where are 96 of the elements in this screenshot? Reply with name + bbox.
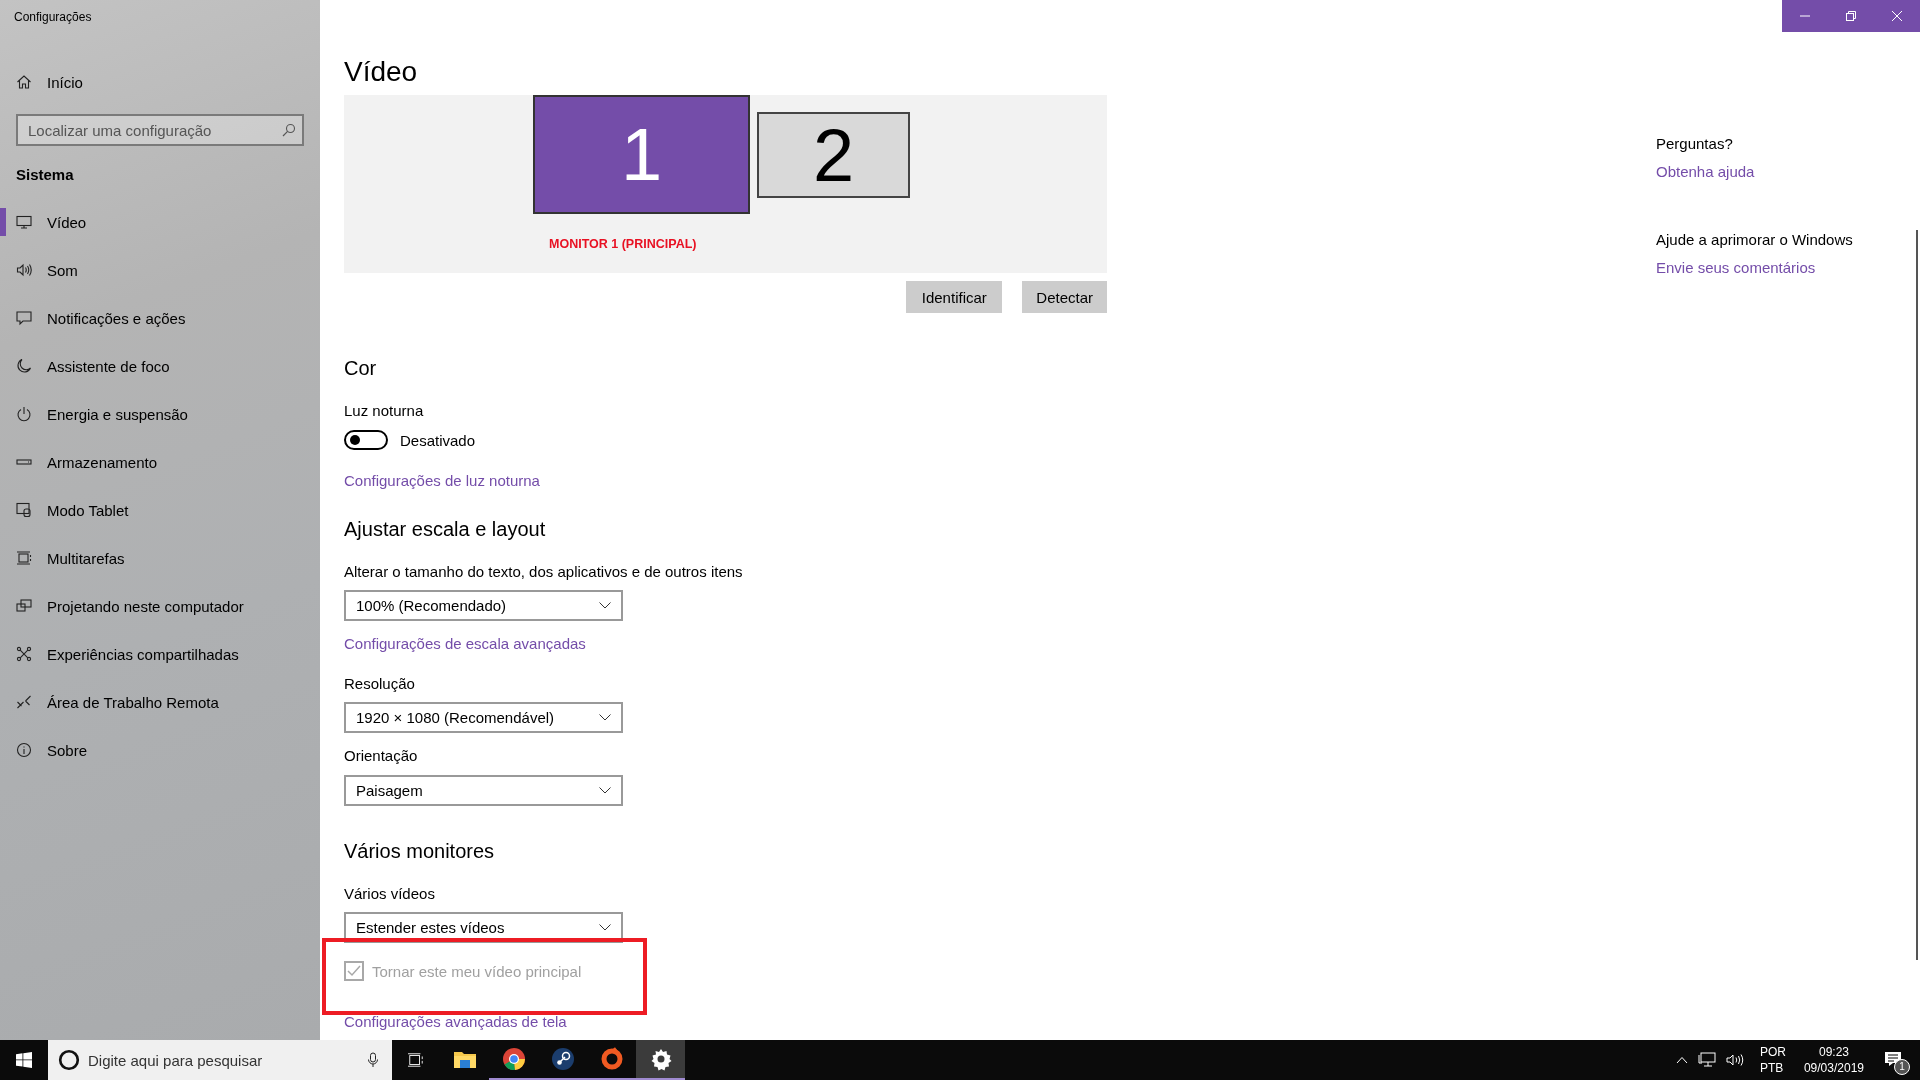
section-heading: Ajustar escala e layout <box>344 517 546 542</box>
sidebar-item-label: Projetando neste computador <box>47 597 244 615</box>
link[interactable]: Configurações de escala avançadas <box>344 634 586 654</box>
sidebar-item[interactable]: Modo Tablet <box>0 486 320 534</box>
search-icon <box>282 123 296 137</box>
field-label: Resolução <box>344 674 415 694</box>
sidebar-item[interactable]: Assistente de foco <box>0 342 320 390</box>
sidebar-item-label: Área de Trabalho Remota <box>47 693 219 711</box>
speaker-icon[interactable] <box>1725 1052 1744 1068</box>
monitor-tile[interactable]: 2 <box>757 112 910 198</box>
field-label: Luz noturna <box>344 401 424 421</box>
sidebar-item[interactable]: Notificações e ações <box>0 294 320 342</box>
sidebar-item[interactable]: Experiências compartilhadas <box>0 630 320 678</box>
message-icon <box>16 310 32 326</box>
ring-logo-icon <box>599 1047 624 1071</box>
window-title: Configurações <box>13 9 93 26</box>
home-icon <box>16 74 32 90</box>
section-heading: Vários monitores <box>344 839 495 864</box>
page-title: Vídeo <box>344 55 418 89</box>
close-icon <box>1892 11 1902 21</box>
section-heading: Sistema <box>15 165 75 182</box>
scrollbar[interactable] <box>1916 230 1918 960</box>
sidebar-item[interactable]: Área de Trabalho Remota <box>0 678 320 726</box>
sidebar-item[interactable]: Projetando neste computador <box>0 582 320 630</box>
help-heading: Perguntas? <box>1656 134 1734 154</box>
help-heading: Ajude a aprimorar o Windows <box>1656 230 1853 250</box>
sidebar-item[interactable]: Vídeo <box>0 198 320 246</box>
language-code: PTB <box>1759 1060 1785 1076</box>
field-label: Vários vídeos <box>344 884 435 904</box>
sidebar-item-label: Experiências compartilhadas <box>47 645 239 663</box>
chevron-up-icon[interactable] <box>1675 1055 1688 1065</box>
field-label: Orientação <box>344 746 418 766</box>
toggle-switch[interactable] <box>344 430 388 450</box>
dropdown[interactable]: Paisagem <box>344 775 623 806</box>
chevron-icon <box>599 924 611 931</box>
sidebar-item-label: Multitarefas <box>47 549 125 567</box>
monitor-tile[interactable]: 1 <box>533 95 750 214</box>
sidebar-item-label: Assistente de foco <box>47 357 170 375</box>
multitask-icon <box>16 550 32 566</box>
checkbox-label: Tornar este meu vídeo principal <box>372 962 582 980</box>
speaker-icon <box>16 262 32 278</box>
link[interactable]: Configurações de luz noturna <box>344 471 540 491</box>
task-view-icon <box>408 1052 424 1068</box>
language-indicator[interactable]: POR PTB <box>1759 1044 1786 1076</box>
sidebar-item-label: Vídeo <box>47 213 87 231</box>
projection-icon <box>16 598 32 614</box>
help-link[interactable]: Obtenha ajuda <box>1656 162 1853 182</box>
notification-count: 1 <box>1894 1059 1910 1075</box>
remote-icon <box>16 694 32 710</box>
section-heading: Cor <box>344 356 377 381</box>
share-icon <box>16 646 32 662</box>
taskbar-search-field[interactable]: Digite aqui para pesquisar <box>48 1040 392 1080</box>
browser-icon <box>501 1047 526 1071</box>
dropdown[interactable]: 1920 × 1080 (Recomendável) <box>344 702 623 733</box>
microphone-icon <box>368 1052 378 1068</box>
clock[interactable]: 09:23 09/03/2019 <box>1803 1044 1864 1076</box>
chevron-icon <box>599 787 611 794</box>
restore-icon <box>1846 11 1856 21</box>
windows-logo-icon <box>16 1052 32 1068</box>
feedback-link[interactable]: Envie seus comentários <box>1656 258 1853 278</box>
action-button[interactable]: Detectar <box>1022 281 1107 313</box>
toggle-state: Desativado <box>400 431 476 449</box>
date: 09/03/2019 <box>1803 1060 1864 1076</box>
sidebar-item[interactable]: Armazenamento <box>0 438 320 486</box>
sidebar-item-label: Notificações e ações <box>47 309 186 327</box>
home-label: Início <box>47 73 83 91</box>
info-icon <box>16 742 32 758</box>
sidebar-item[interactable]: Som <box>0 246 320 294</box>
taskbar-app[interactable] <box>636 1040 685 1080</box>
monitor-icon <box>16 214 32 230</box>
search-field[interactable]: Localizar uma configuração <box>16 114 304 146</box>
monitor-caption: MONITOR 1 (PRINCIPAL) <box>549 237 697 251</box>
sidebar-item-label: Energia e suspensão <box>47 405 188 423</box>
sidebar-item[interactable]: Energia e suspensão <box>0 390 320 438</box>
power-icon <box>16 406 32 422</box>
sidebar-item[interactable]: Sobre <box>0 726 320 774</box>
round-logo-icon <box>550 1047 575 1071</box>
chevron-icon <box>599 602 611 609</box>
network-icon[interactable] <box>1697 1052 1716 1068</box>
sidebar-item-label: Armazenamento <box>47 453 158 471</box>
notification-button[interactable]: 1 <box>1882 1045 1912 1075</box>
chevron-icon <box>599 714 611 721</box>
action-button[interactable]: Identificar <box>906 281 1003 313</box>
moon-icon <box>16 358 32 374</box>
language-code: POR <box>1759 1044 1786 1060</box>
dropdown[interactable]: 100% (Recomendado) <box>344 590 623 621</box>
link[interactable]: Configurações avançadas de tela <box>344 1012 567 1032</box>
sidebar-item[interactable]: Multitarefas <box>0 534 320 582</box>
home-link[interactable]: Início <box>0 62 320 102</box>
time: 09:23 <box>1818 1044 1849 1060</box>
circle-icon <box>58 1049 80 1071</box>
field-label: Alterar o tamanho do texto, dos aplicativos e de outros itens <box>344 562 743 582</box>
sidebar-item-label: Sobre <box>47 741 88 759</box>
sidebar-item-label: Modo Tablet <box>47 501 129 519</box>
tablet-icon <box>16 502 32 518</box>
sidebar-item-label: Som <box>47 261 78 279</box>
